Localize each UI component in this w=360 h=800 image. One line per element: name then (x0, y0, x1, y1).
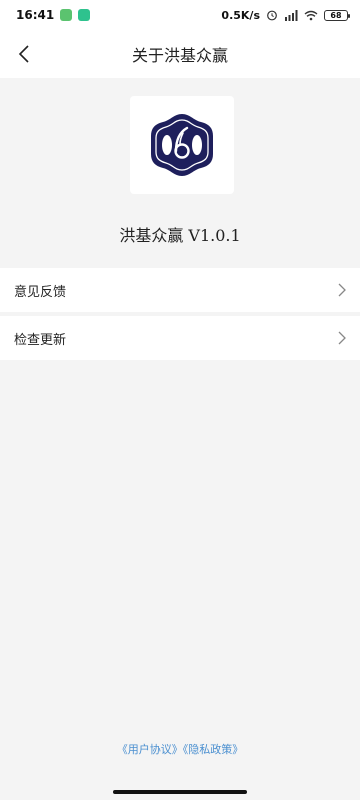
network-speed: 0.5K/s (221, 8, 260, 22)
user-agreement-link[interactable]: 《用户协议》 (117, 743, 183, 756)
page-title: 关于洪基众赢 (131, 46, 228, 65)
privacy-policy-link[interactable]: 《隐私政策》 (183, 743, 244, 756)
chevron-right-icon (338, 283, 346, 297)
about-screen: 16:41 0.5K/s 68 关于洪基众赢 洪基众赢 V1.0.1 意见反馈 … (0, 0, 360, 800)
feedback-label: 意见反馈 (14, 284, 67, 300)
status-time: 16:41 (16, 8, 55, 22)
app-version: 洪基众赢 V1.0.1 (119, 226, 241, 245)
signal-icon (285, 9, 298, 21)
notification-app-icon (60, 9, 73, 21)
alarm-icon (267, 10, 277, 21)
header: 关于洪基众赢 (0, 30, 360, 78)
battery-icon: 68 (324, 9, 350, 21)
notification-app-icon (78, 9, 91, 21)
back-button[interactable] (8, 38, 40, 70)
app-logo (130, 96, 234, 194)
status-bar: 16:41 0.5K/s 68 (0, 0, 360, 30)
chevron-right-icon (338, 331, 346, 345)
home-indicator[interactable] (113, 790, 247, 794)
feedback-item[interactable]: 意见反馈 (0, 268, 360, 312)
footer-links: 《用户协议》《隐私政策》 (0, 741, 360, 757)
status-bar-right: 0.5K/s 68 (221, 8, 350, 22)
app-logo-icon (151, 114, 213, 176)
back-arrow-icon (18, 45, 29, 63)
check-update-label: 检查更新 (14, 332, 67, 348)
wifi-icon (304, 10, 318, 20)
status-bar-left: 16:41 (16, 8, 91, 22)
check-update-item[interactable]: 检查更新 (0, 316, 360, 360)
